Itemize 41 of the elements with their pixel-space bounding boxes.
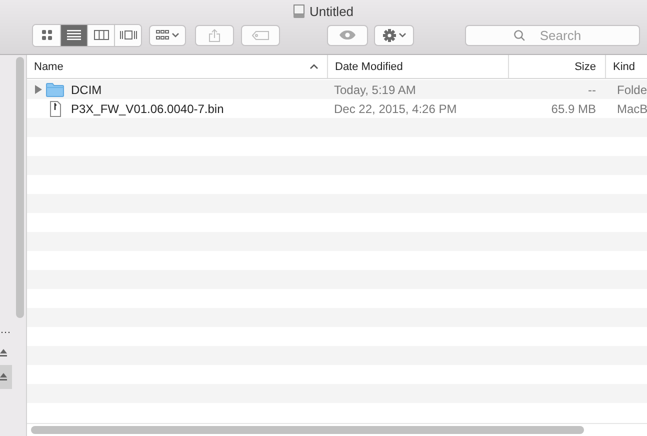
share-icon (209, 28, 220, 42)
column-header[interactable]: Date Modified (327, 55, 508, 78)
grid-icon (156, 30, 169, 40)
chevron-icon (172, 32, 179, 38)
column-header[interactable]: Size (508, 55, 605, 78)
file-name: P3X_FW_V01.06.0040-7.bin (70, 102, 224, 116)
tag-icon (252, 30, 269, 40)
search-icon (514, 30, 525, 40)
grid-icon (42, 30, 52, 40)
eject-icon (0, 373, 7, 381)
column-header[interactable]: Kind (605, 55, 647, 78)
window-title: Untitled (309, 4, 354, 18)
folder-icon (46, 82, 64, 96)
action-button[interactable] (374, 24, 414, 46)
file-kind: Folde (616, 82, 647, 96)
chevron-icon (398, 32, 406, 38)
list-icon (67, 30, 81, 40)
scrollbar-thumb[interactable] (16, 57, 24, 318)
file-name: DCIM (70, 82, 102, 96)
eject-button[interactable] (0, 365, 12, 389)
eye-icon (339, 30, 356, 40)
file-size: 65.9 MB (550, 102, 597, 116)
gear-icon (382, 28, 396, 42)
eject-icon (0, 349, 7, 357)
sidebar-item[interactable]: … (0, 325, 26, 341)
file-kind: MacB (616, 102, 647, 116)
disclosure-triangle-icon (35, 85, 42, 94)
date-modified: Dec 22, 2015, 4:26 PM (333, 102, 458, 116)
view-mode-button[interactable] (114, 24, 141, 46)
date-modified: Today, 5:19 AM (333, 82, 417, 96)
drive-icon (293, 4, 306, 18)
view-mode-switcher[interactable] (32, 24, 142, 46)
file-size: -- (587, 82, 597, 96)
arrange-button[interactable] (149, 24, 186, 46)
column-header[interactable]: Name (27, 55, 327, 78)
scrollbar-thumb[interactable] (31, 426, 584, 434)
columns-icon (94, 30, 108, 40)
cover-flow-icon (120, 30, 136, 40)
view-mode-button[interactable] (60, 24, 87, 46)
file-row[interactable]: DCIM Today, 5:19 AM -- Folde (27, 80, 647, 99)
search-field[interactable]: Search (465, 24, 640, 46)
